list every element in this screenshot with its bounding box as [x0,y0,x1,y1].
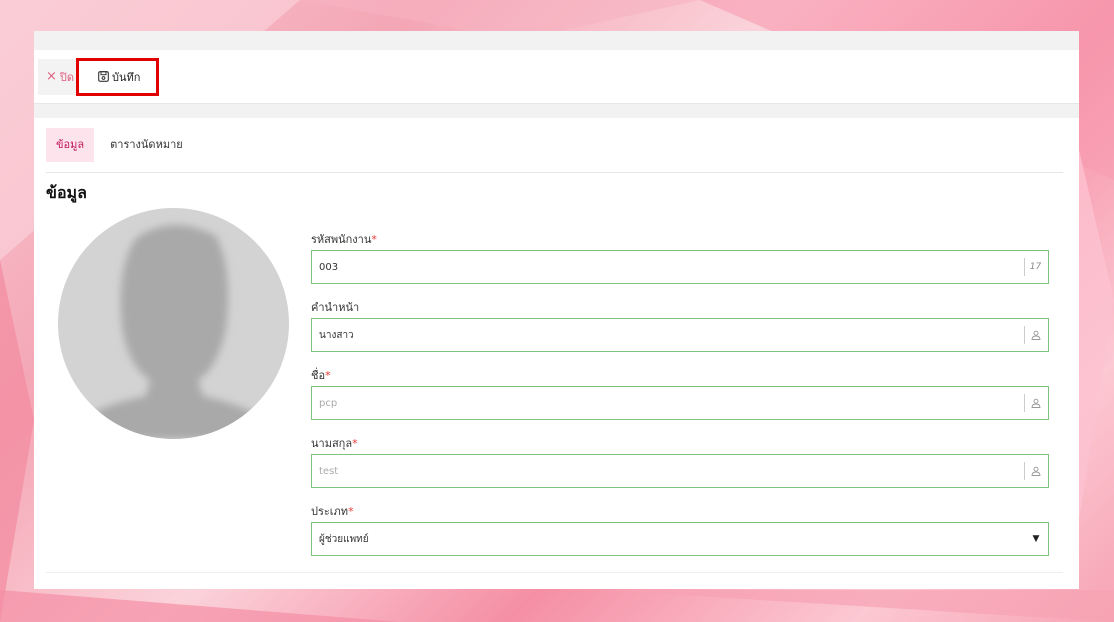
prefix-value: นางสาว [319,329,354,341]
tab-appointments[interactable]: ตารางนัดหมาย [100,128,193,162]
caret-down-icon: ▼ [1032,534,1040,544]
person-placeholder-icon [58,224,289,439]
type-select[interactable]: ผู้ช่วยแพทย์ ▼ [311,522,1049,556]
first-name-value: pcp [319,397,338,409]
gap-strip [34,104,1079,118]
employee-code-field[interactable]: 003 17 [311,250,1049,284]
type-label: ประเภท* [311,505,354,518]
prefix-label: คำนำหน้า [311,301,360,314]
last-name-field[interactable]: test [311,454,1049,488]
first-name-label: ชื่อ* [311,369,331,382]
top-strip [34,31,1079,50]
body-row: รหัสพนักงาน* 003 17 คำนำหน้า นางสาว ชื่อ… [46,206,1063,571]
app-window: × ปิด บันทึก ข้อมูล ตารางนัดหมาย ข้อมูล [34,31,1079,589]
bottom-divider [46,572,1063,573]
save-button[interactable]: บันทึก [76,57,160,96]
last-name-label: นามสกุล* [311,437,358,450]
prefix-field[interactable]: นางสาว [311,318,1049,352]
employee-code-label: รหัสพนักงาน* [311,233,377,246]
last-name-value: test [319,465,339,477]
content: ข้อมูล ตารางนัดหมาย ข้อมูล รหัสพนักงาน* … [34,118,1079,571]
avatar[interactable] [58,208,289,439]
user-icon [1024,394,1046,412]
employee-code-value: 003 [319,261,339,273]
tab-info[interactable]: ข้อมูล [46,128,95,162]
save-label: บันทึก [112,70,141,84]
close-label: ปิด [59,70,75,84]
avatar-wrap [46,206,311,571]
type-value: ผู้ช่วยแพทย์ [319,533,369,545]
toolbar: × ปิด บันทึก [34,50,1079,104]
close-icon: × [46,69,57,84]
tab-bar: ข้อมูล ตารางนัดหมาย [46,118,1063,173]
employee-form: รหัสพนักงาน* 003 17 คำนำหน้า นางสาว ชื่อ… [311,206,1049,571]
first-name-field[interactable]: pcp [311,386,1049,420]
section-title: ข้อมูล [46,183,87,202]
user-icon [1024,462,1046,480]
number-icon: 17 [1024,258,1046,276]
user-icon [1024,326,1046,344]
save-icon [98,71,109,82]
